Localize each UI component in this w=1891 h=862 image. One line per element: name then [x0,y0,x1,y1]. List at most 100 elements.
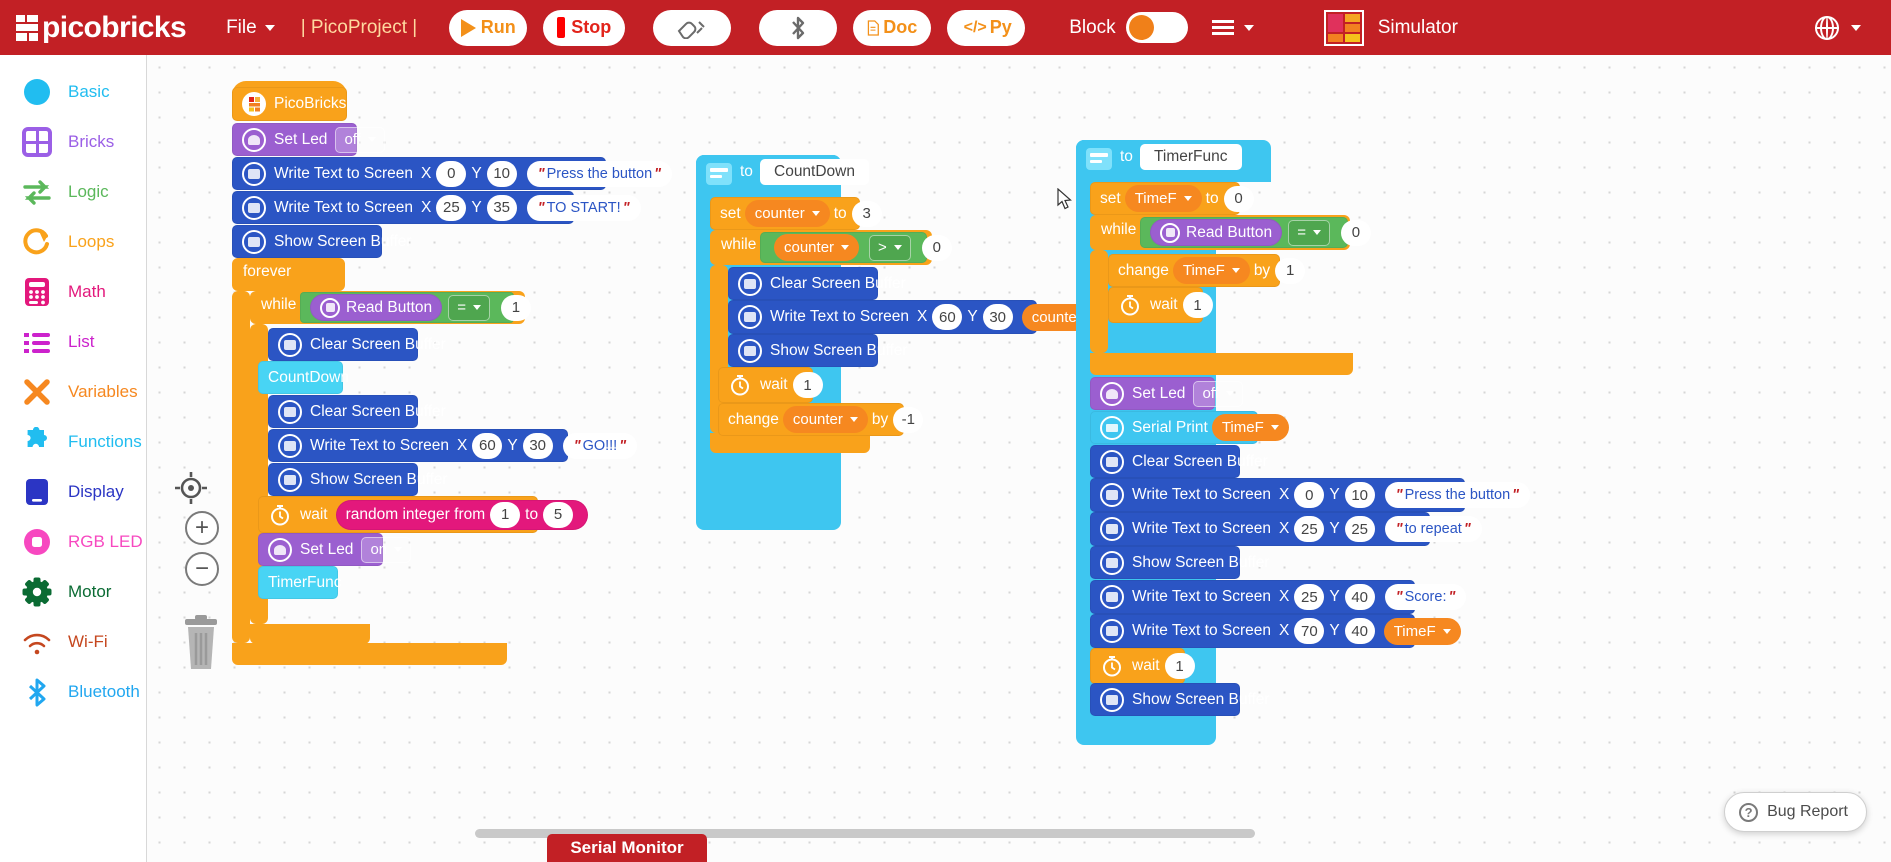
language-selector[interactable] [1815,15,1861,40]
comparison-operator[interactable]: > [869,234,911,261]
write-text-block[interactable]: Write Text to Screen X 0 Y 10 " Press the… [232,157,673,190]
text-value-field[interactable]: " GO!!! " [562,432,638,459]
brand-logo[interactable]: picobricks [16,11,187,45]
comparison-operator[interactable]: = [1288,219,1330,246]
sidebar-item-variables[interactable]: Variables [0,367,146,417]
run-button[interactable]: Run [449,9,528,46]
clear-screen-buffer-block[interactable]: Clear Screen Buffer [268,395,446,428]
wait-value[interactable]: 1 [1182,292,1213,318]
set-number-value[interactable]: 3 [851,200,882,227]
wait-block[interactable]: wait 1 [1108,287,1213,323]
random-to-value[interactable]: 5 [543,501,574,528]
set-variable-name[interactable]: counter [744,200,830,227]
sidebar-item-loops[interactable]: Loops [0,217,146,267]
trash-icon[interactable] [175,615,227,675]
set-led-block[interactable]: Set Led off [1090,377,1243,410]
text-value-field[interactable]: " Score: " [1384,584,1467,610]
x-value[interactable]: 0 [436,160,467,187]
while-condition-block[interactable]: Read Button = 0 [1140,217,1371,248]
call-countdown-block[interactable]: CountDown [258,361,349,394]
change-amount[interactable]: -1 [893,406,924,433]
change-variable-block[interactable]: change counter by -1 [718,403,924,436]
y-value[interactable]: 30 [522,432,553,459]
x-value[interactable]: 60 [472,432,503,459]
set-variable-name[interactable]: TimeF [1124,185,1202,212]
change-variable-block[interactable]: change TimeF by 1 [1108,254,1306,287]
write-text-block[interactable]: Write Text to Screen X 25 Y 25 " to repea… [1090,512,1482,546]
usb-connect-button[interactable] [653,9,732,46]
read-button-block[interactable]: Read Button [1150,219,1283,246]
random-integer-block[interactable]: random integer from 1 to 5 [335,499,589,530]
y-value[interactable]: 40 [1344,618,1375,644]
set-led-dropdown[interactable]: on [361,536,412,563]
show-screen-buffer-block[interactable]: Show Screen Buffer [232,225,412,258]
sidebar-item-motor[interactable]: Motor [0,567,146,617]
set-led-dropdown[interactable]: off [335,126,385,153]
text-value-field[interactable]: " Press the button " [526,160,673,187]
serial-print-variable[interactable]: TimeF [1211,414,1289,441]
set-variable-block[interactable]: set TimeF to 0 [1090,182,1254,215]
y-value[interactable]: 40 [1344,584,1375,610]
set-led-block[interactable]: Set Led off [232,123,385,156]
x-value[interactable]: 25 [1294,584,1325,610]
set-variable-block[interactable]: set counter to 3 [710,197,882,230]
countdown-function-name[interactable]: CountDown [760,159,869,185]
read-button-block[interactable]: Read Button [310,294,443,321]
sidebar-item-logic[interactable]: Logic [0,167,146,217]
text-variable[interactable]: TimeF [1383,617,1461,645]
clear-screen-buffer-block[interactable]: Clear Screen Buffer [728,267,906,300]
condition-value[interactable]: 0 [1340,219,1371,246]
zoom-out-button[interactable]: − [185,552,219,586]
change-variable-name[interactable]: counter [782,406,868,433]
serial-monitor-tab[interactable]: Serial Monitor [547,834,707,862]
show-screen-buffer-block[interactable]: Show Screen Buffer [268,463,448,496]
write-text-block[interactable]: Write Text to Screen X 60 Y 30 counter [728,300,1107,334]
stop-button[interactable]: Stop [543,9,626,46]
block-code-toggle[interactable] [1125,12,1188,43]
python-button[interactable]: </> Py [947,9,1026,46]
change-variable-name[interactable]: TimeF [1172,257,1250,284]
write-text-block[interactable]: Write Text to Screen X 70 Y 40 TimeF [1090,614,1461,648]
set-led-dropdown[interactable]: off [1193,380,1243,407]
simulator-button[interactable]: Simulator [1323,9,1458,46]
picobricks-start-block[interactable]: PicoBricks [232,87,347,121]
x-value[interactable]: 70 [1294,618,1325,644]
sidebar-item-rgb-led[interactable]: RGB LED [0,517,146,567]
x-value[interactable]: 60 [932,304,963,330]
sidebar-item-math[interactable]: Math [0,267,146,317]
y-value[interactable]: 10 [1344,482,1375,508]
doc-button[interactable]: Doc [853,9,932,46]
wait-block[interactable]: wait 1 [718,367,823,403]
clear-screen-buffer-block[interactable]: Clear Screen Buffer [268,328,446,361]
condition-variable[interactable]: counter [774,234,860,261]
while-condition-block[interactable]: Read Button = 1 [300,292,531,323]
condition-value[interactable]: 0 [921,234,952,261]
change-amount[interactable]: 1 [1275,257,1306,284]
sidebar-item-list[interactable]: List [0,317,146,367]
sidebar-item-display[interactable]: Display [0,467,146,517]
sidebar-item-bricks[interactable]: Bricks [0,117,146,167]
write-text-block[interactable]: Write Text to Screen X 60 Y 30 " GO!!! " [268,429,638,462]
x-value[interactable]: 25 [1294,516,1325,542]
y-value[interactable]: 35 [486,194,517,221]
options-menu-button[interactable] [1211,17,1254,38]
sidebar-item-basic[interactable]: Basic [0,67,146,117]
wait-value[interactable]: 1 [1164,653,1195,679]
text-value-field[interactable]: " Press the button " [1384,482,1531,508]
clear-screen-buffer-block[interactable]: Clear Screen Buffer [1090,445,1268,478]
x-value[interactable]: 0 [1294,482,1325,508]
y-value[interactable]: 25 [1344,516,1375,542]
text-value-field[interactable]: " TO START! " [526,194,641,221]
timerfunc-function-name[interactable]: TimerFunc [1140,144,1242,170]
write-text-block[interactable]: Write Text to Screen X 25 Y 35 " TO START… [232,191,641,224]
wait-value[interactable]: 1 [792,372,823,398]
write-text-block[interactable]: Write Text to Screen X 25 Y 40 " Score: " [1090,580,1467,614]
text-value-field[interactable]: " to repeat " [1384,516,1482,542]
set-led-block[interactable]: Set Led on [258,533,412,566]
set-number-value[interactable]: 0 [1223,185,1254,212]
show-screen-buffer-block[interactable]: Show Screen Buffer [728,334,908,367]
while-condition-block[interactable]: counter > 0 [760,232,952,263]
x-value[interactable]: 25 [436,194,467,221]
serial-print-block[interactable]: Serial Print TimeF [1090,411,1289,444]
blocks-canvas[interactable]: + − PicoBricks Set Led off Write Text to [147,55,1891,862]
